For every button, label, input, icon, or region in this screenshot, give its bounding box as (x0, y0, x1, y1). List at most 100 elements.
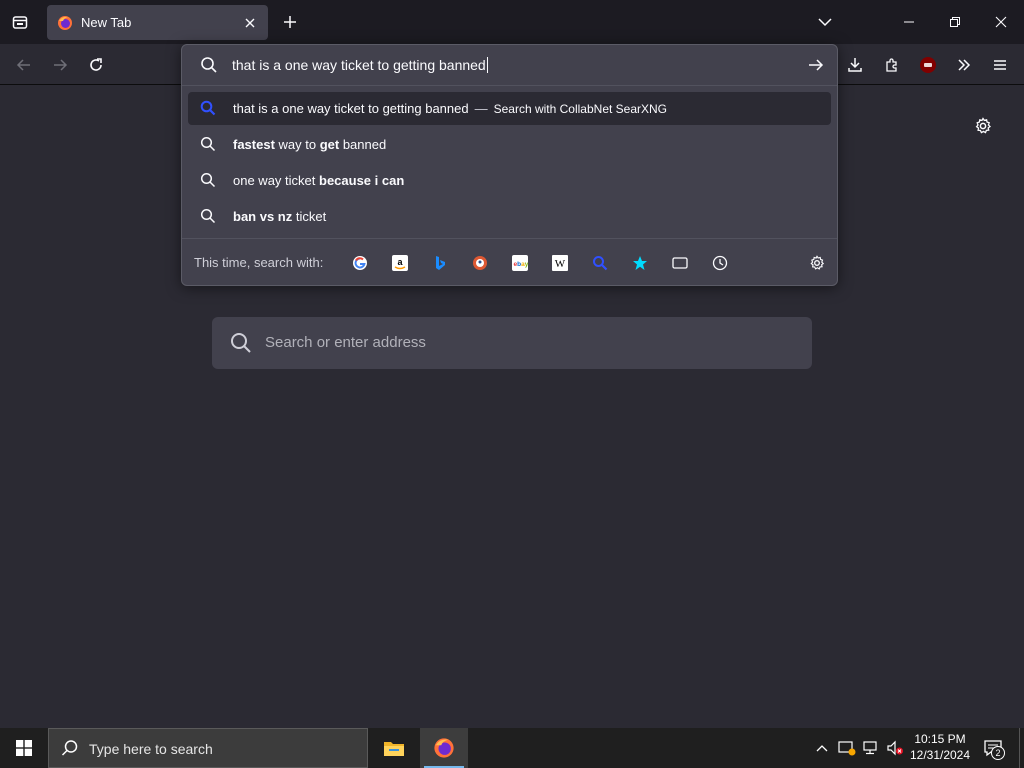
newtab-search-placeholder: Search or enter address (265, 334, 426, 351)
show-desktop-button[interactable] (1019, 728, 1024, 768)
text-caret (486, 57, 488, 73)
search-icon (61, 740, 78, 756)
urlbar-input[interactable]: that is a one way ticket to getting bann… (232, 54, 488, 76)
search-settings-button[interactable] (807, 253, 827, 273)
result-title: fastest way to get banned (233, 137, 386, 152)
close-icon (995, 16, 1007, 28)
close-window-button[interactable] (989, 10, 1013, 34)
searxng-icon (200, 100, 216, 116)
restore-icon (950, 17, 960, 27)
search-icon (200, 172, 216, 188)
urlbar-result-row[interactable]: ban vs nz ticket (188, 200, 831, 233)
firefox-app[interactable] (420, 728, 468, 768)
oneoff-bookmarks-button[interactable] (630, 253, 650, 273)
windows-logo-icon (16, 740, 32, 756)
oneoff-searxng-button[interactable] (590, 253, 610, 273)
restore-button[interactable] (943, 10, 967, 34)
new-tab-button[interactable] (280, 12, 300, 32)
result-title: that is a one way ticket to getting bann… (233, 101, 667, 116)
result-text: way to (274, 137, 320, 152)
downloads-button[interactable] (843, 53, 867, 77)
back-button[interactable] (12, 53, 36, 77)
reload-icon (90, 58, 102, 71)
oneoff-tabs-button[interactable] (670, 253, 690, 273)
ublock-shield-icon (920, 57, 936, 73)
google-icon (353, 256, 367, 270)
urlbar-input-row[interactable]: that is a one way ticket to getting bann… (182, 45, 837, 85)
download-icon (848, 58, 862, 72)
urlbar-popup: that is a one way ticket to getting bann… (181, 44, 838, 286)
history-icon (712, 255, 728, 271)
result-highlight: fastest (233, 137, 275, 152)
tab-title: New Tab (81, 15, 132, 30)
arrow-right-icon (54, 59, 68, 71)
chevron-down-icon (818, 18, 832, 27)
notification-count-badge: 2 (991, 746, 1005, 760)
search-icon (200, 136, 216, 152)
minimize-button[interactable] (897, 10, 921, 34)
arrow-left-icon (16, 59, 30, 71)
start-button[interactable] (0, 728, 48, 768)
action-center-button[interactable]: 2 (980, 736, 1006, 760)
security-tray-button[interactable] (837, 738, 857, 758)
tab-strip: New Tab (0, 0, 1024, 44)
urlbar-result-row[interactable]: one way ticket because i can (188, 164, 831, 197)
taskbar-search-placeholder: Type here to search (89, 741, 213, 757)
oneoff-wikipedia-button[interactable]: W (550, 253, 570, 273)
double-chevron-right-icon (958, 59, 971, 71)
svg-text:ebay: ebay (514, 261, 529, 268)
reload-button[interactable] (84, 53, 108, 77)
go-button[interactable] (806, 55, 826, 75)
wikipedia-icon: W (552, 255, 568, 271)
result-title: ban vs nz ticket (233, 209, 326, 224)
urlbar-input-value: that is a one way ticket to getting bann… (232, 57, 486, 73)
tab-new-tab[interactable]: New Tab (47, 5, 268, 40)
urlbar-result-row[interactable]: that is a one way ticket to getting bann… (188, 92, 831, 125)
svg-text:W: W (555, 258, 566, 270)
oneoff-ebay-button[interactable]: ebay (510, 253, 530, 273)
result-text: banned (339, 137, 387, 152)
oneoff-duckduckgo-button[interactable] (470, 253, 490, 273)
puzzle-icon (886, 58, 897, 72)
ublock-origin-button[interactable] (916, 53, 940, 77)
forward-button[interactable] (48, 53, 72, 77)
newtab-search-box[interactable]: Search or enter address (212, 317, 812, 369)
amazon-icon: a (392, 255, 408, 271)
taskbar-clock[interactable]: 10:15 PM 12/31/2024 (900, 731, 980, 763)
newtab-settings-button[interactable] (973, 116, 993, 136)
search-icon (200, 208, 216, 224)
result-highlight: because i can (319, 173, 405, 188)
oneoff-history-button[interactable] (710, 253, 730, 273)
search-icon (201, 57, 217, 73)
minimize-icon (904, 21, 914, 23)
windows-taskbar: Type here to search 10:15 PM 12/31/2024 … (0, 728, 1024, 768)
gear-icon (810, 255, 825, 270)
oneoff-bing-button[interactable] (430, 253, 450, 273)
result-text: one way ticket (233, 173, 319, 188)
firefox-icon (58, 15, 72, 30)
bookmarks-icon (633, 256, 647, 270)
tab-close-button[interactable] (242, 15, 258, 31)
network-tray-button[interactable] (861, 738, 881, 758)
firefox-view-button[interactable] (8, 10, 32, 34)
more-tools-button[interactable] (952, 53, 976, 77)
result-highlight: ban vs nz (233, 209, 293, 224)
list-all-tabs-button[interactable] (815, 12, 835, 32)
ebay-icon: ebay (512, 255, 528, 271)
oneoff-google-button[interactable] (350, 253, 370, 273)
app-menu-button[interactable] (988, 53, 1012, 77)
defender-warning-icon (838, 741, 856, 756)
show-hidden-icons-button[interactable] (812, 738, 832, 758)
extensions-button[interactable] (880, 53, 904, 77)
urlbar-result-row[interactable]: fastest way to get banned (188, 128, 831, 161)
taskbar-search-box[interactable]: Type here to search (48, 728, 368, 768)
bing-icon (436, 256, 445, 270)
chevron-up-icon (816, 745, 828, 752)
clock-time: 10:15 PM (914, 732, 966, 746)
urlbar-divider (182, 85, 837, 86)
duckduckgo-icon (473, 256, 487, 270)
oneoff-amazon-button[interactable]: a (390, 253, 410, 273)
tabs-icon (672, 257, 688, 269)
file-explorer-app[interactable] (370, 728, 418, 768)
plus-icon (284, 16, 296, 28)
